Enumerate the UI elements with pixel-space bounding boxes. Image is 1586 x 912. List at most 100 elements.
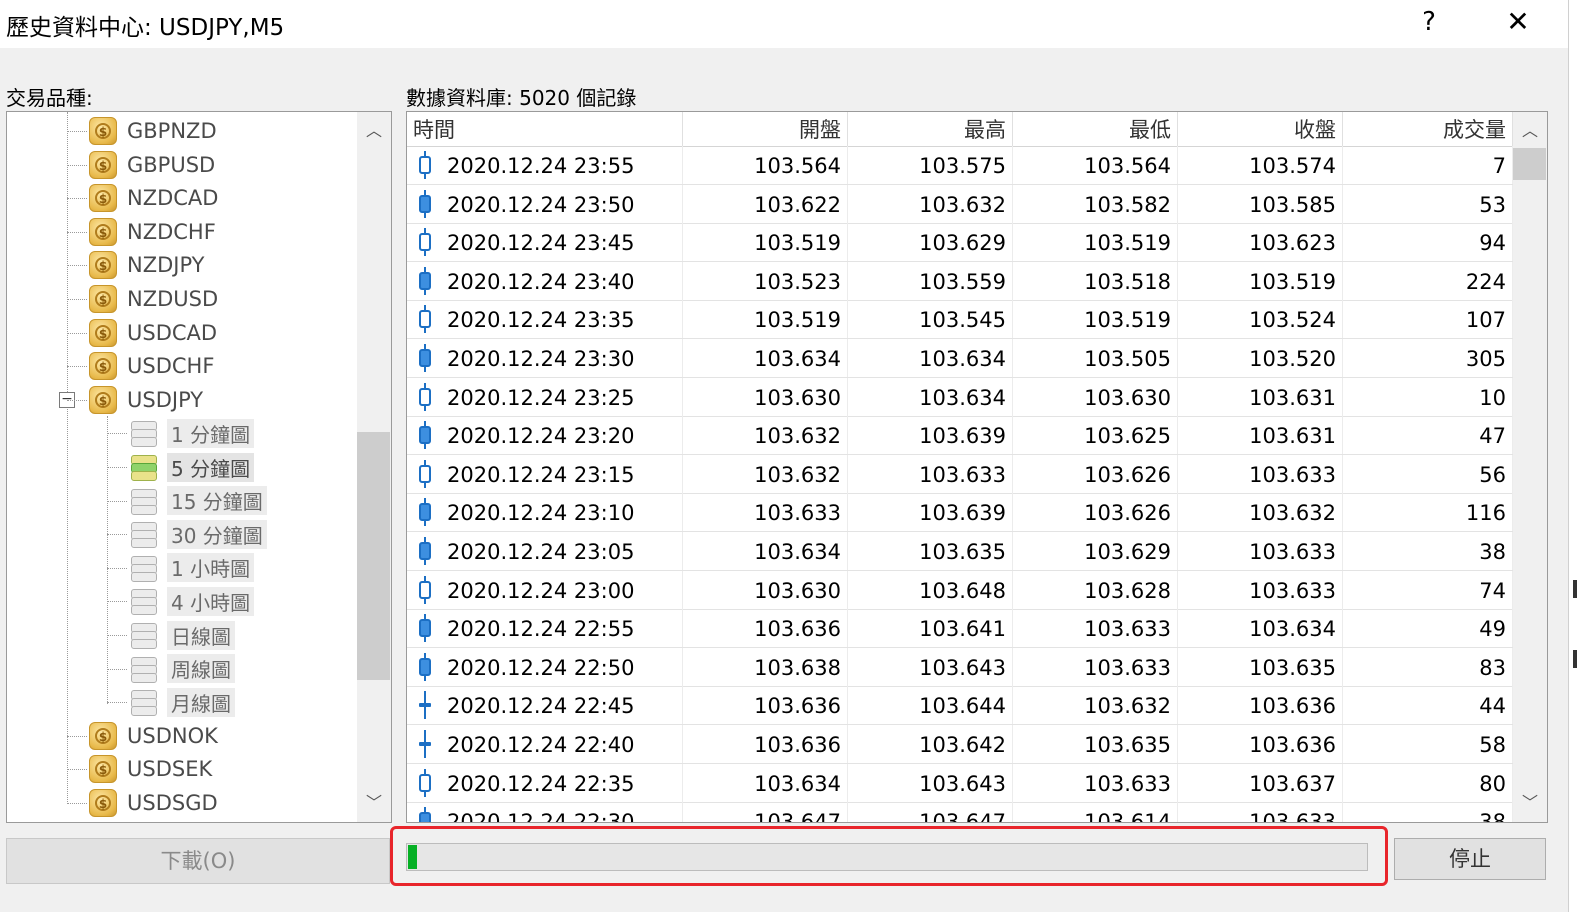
tree-item-timeframe[interactable]: 1 分鐘圖: [107, 416, 255, 450]
cell-high: 103.634: [848, 339, 1013, 377]
tree-item-timeframe[interactable]: 4 小時圖: [107, 584, 255, 618]
symbol-label: USDCHF: [127, 354, 215, 379]
cell-low: 103.629: [1013, 532, 1178, 570]
tree-item-symbol[interactable]: $ USDCHF: [67, 349, 215, 383]
cell-close: 103.633: [1178, 532, 1343, 570]
download-button[interactable]: 下載(O): [6, 838, 390, 884]
tree-item-symbol[interactable]: $ NZDCHF: [67, 215, 216, 249]
table-row[interactable]: 2020.12.24 23:55 103.564 103.575 103.564 103…: [407, 146, 1513, 185]
help-button[interactable]: ?: [1412, 4, 1446, 40]
tree-item-timeframe[interactable]: 30 分鐘圖: [107, 517, 267, 551]
cell-time: 2020.12.24 23:20: [441, 416, 683, 455]
cell-volume: 49: [1343, 609, 1513, 648]
cell-open: 103.523: [683, 261, 848, 300]
column-header[interactable]: 時間: [407, 112, 683, 146]
cell-high: 103.559: [848, 261, 1013, 300]
scroll-down-arrow-icon[interactable]: ﹀: [1515, 788, 1545, 818]
table-row[interactable]: 2020.12.24 23:15 103.632 103.633 103.626 103…: [407, 454, 1513, 494]
tree-item-symbol[interactable]: $ NZDUSD: [67, 282, 218, 316]
close-button[interactable]: ✕: [1500, 4, 1536, 40]
tree-item-symbol[interactable]: $ NZDJPY: [67, 248, 205, 282]
table-row[interactable]: 2020.12.24 23:45 103.519 103.629 103.519 103…: [407, 223, 1513, 263]
table-scrollbar[interactable]: ︿ ﹀: [1513, 112, 1547, 822]
cell-close: 103.636: [1178, 725, 1343, 763]
scroll-up-arrow-icon[interactable]: ︿: [1515, 116, 1545, 146]
tree-scroll-thumb[interactable]: [357, 432, 390, 680]
cell-high: 103.545: [848, 300, 1013, 339]
symbol-label: NZDJPY: [127, 253, 205, 278]
tree-item-symbol[interactable]: $ USDSGD: [67, 786, 218, 820]
table-row[interactable]: 2020.12.24 23:05 103.634 103.635 103.629 103…: [407, 532, 1513, 571]
tree-item-timeframe[interactable]: 月線圖: [107, 685, 235, 719]
tree-item-timeframe[interactable]: 周線圖: [107, 652, 235, 686]
tree-item-symbol[interactable]: $ USDNOK: [67, 719, 218, 753]
tree-item-timeframe[interactable]: 日線圖: [107, 618, 235, 652]
timeframe-database-icon: [129, 655, 159, 683]
column-header[interactable]: 最高: [848, 112, 1013, 146]
table-row[interactable]: 2020.12.24 23:30 103.634 103.634 103.505 103…: [407, 339, 1513, 378]
cell-high: 103.629: [848, 223, 1013, 262]
cell-low: 103.635: [1013, 725, 1178, 763]
table-row[interactable]: 2020.12.24 22:40 103.636 103.642 103.635 103…: [407, 725, 1513, 764]
tree-connector: [107, 635, 127, 636]
cell-low: 103.633: [1013, 647, 1178, 686]
cell-low: 103.626: [1013, 454, 1178, 493]
history-table[interactable]: 時間 開盤 最高 最低 收盤 成交量 2020.12.24 23:55 103.564 103…: [406, 111, 1548, 823]
tree-connector: [67, 131, 87, 132]
tree-item-symbol[interactable]: $ GBPUSD: [67, 148, 215, 182]
tree-connector: [67, 164, 87, 166]
cell-time: 2020.12.24 23:40: [441, 261, 683, 300]
cell-close: 103.631: [1178, 377, 1343, 416]
tree-connector: [67, 769, 87, 771]
currency-coin-icon: $: [89, 318, 117, 347]
cell-volume: 38: [1343, 802, 1513, 822]
cell-high: 103.647: [848, 802, 1013, 822]
cell-close: 103.635: [1178, 647, 1343, 686]
tree-connector: [67, 299, 87, 300]
table-row[interactable]: 2020.12.24 22:35 103.634 103.643 103.633 103…: [407, 763, 1513, 803]
tree-scrollbar[interactable]: ︿ ﹀: [357, 112, 391, 822]
cell-high: 103.642: [848, 725, 1013, 763]
table-row[interactable]: 2020.12.24 23:50 103.622 103.632 103.582 103…: [407, 184, 1513, 224]
symbol-label: USDSGD: [127, 791, 218, 815]
tree-item-timeframe[interactable]: 5 分鐘圖: [107, 450, 255, 484]
table-row[interactable]: 2020.12.24 23:10 103.633 103.639 103.626 103…: [407, 493, 1513, 533]
table-row[interactable]: 2020.12.24 23:35 103.519 103.545 103.519 103…: [407, 300, 1513, 340]
candlestick-icon: [417, 768, 433, 797]
table-row[interactable]: 2020.12.24 23:40 103.523 103.559 103.518 103…: [407, 261, 1513, 301]
currency-coin-icon: $: [89, 352, 117, 381]
scroll-down-arrow-icon[interactable]: ﹀: [359, 788, 389, 818]
background-window-edge: [1568, 0, 1586, 912]
symbol-tree[interactable]: $ GBPNZD $ GBPUSD $ NZDCAD $ NZDCHF $ NZDJPY $ NZDU…: [6, 111, 392, 823]
column-header[interactable]: 開盤: [683, 112, 848, 146]
table-scroll-thumb[interactable]: [1513, 148, 1546, 180]
table-row[interactable]: 2020.12.24 23:20 103.632 103.639 103.625 103…: [407, 416, 1513, 456]
timeframe-label: 周線圖: [167, 654, 235, 684]
tree-item-symbol[interactable]: $ USDJPY: [67, 383, 203, 417]
table-row[interactable]: 2020.12.24 23:00 103.630 103.648 103.628 103…: [407, 570, 1513, 610]
column-header[interactable]: 成交量: [1343, 112, 1513, 146]
tree-connector: [107, 500, 127, 502]
cell-volume: 56: [1343, 454, 1513, 493]
tree-item-timeframe[interactable]: 1 小時圖: [107, 551, 255, 585]
table-row[interactable]: 2020.12.24 22:30 103.647 103.647 103.614 103…: [407, 802, 1513, 822]
cell-low: 103.519: [1013, 300, 1178, 339]
candlestick-icon: [417, 575, 433, 604]
scroll-up-arrow-icon[interactable]: ︿: [359, 116, 389, 146]
tree-item-symbol[interactable]: $ NZDCAD: [67, 181, 219, 215]
tree-item-symbol[interactable]: $ GBPNZD: [67, 114, 217, 148]
table-row[interactable]: 2020.12.24 22:55 103.636 103.641 103.633 103…: [407, 609, 1513, 649]
tree-item-symbol[interactable]: $ USDSEK: [67, 752, 212, 786]
table-row[interactable]: 2020.12.24 23:25 103.630 103.634 103.630 103…: [407, 377, 1513, 417]
tree-item-timeframe[interactable]: 15 分鐘圖: [107, 484, 267, 518]
table-row[interactable]: 2020.12.24 22:50 103.638 103.643 103.633 103…: [407, 647, 1513, 687]
timeframe-database-icon: [129, 419, 159, 448]
cell-close: 103.519: [1178, 261, 1343, 300]
timeframe-label: 月線圖: [167, 687, 235, 717]
column-header[interactable]: 收盤: [1178, 112, 1343, 146]
stop-button[interactable]: 停止: [1394, 838, 1546, 880]
table-row[interactable]: 2020.12.24 22:45 103.636 103.644 103.632 103…: [407, 686, 1513, 726]
symbol-label: NZDCAD: [127, 186, 219, 211]
column-header[interactable]: 最低: [1013, 112, 1178, 146]
tree-item-symbol[interactable]: $ USDCAD: [67, 316, 217, 350]
